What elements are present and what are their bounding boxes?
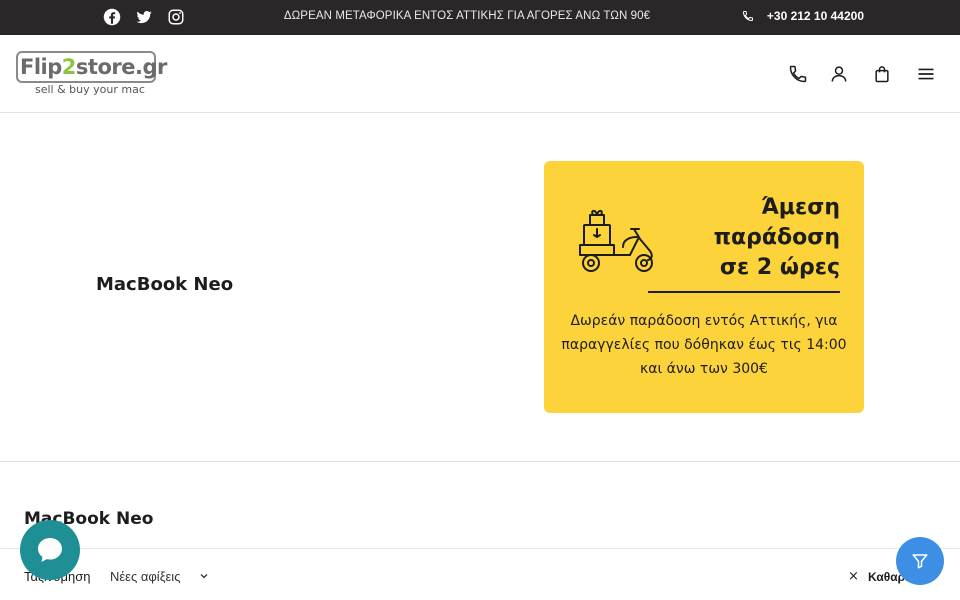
contact-phone-number[interactable]: +30 212 10 44200 xyxy=(767,9,864,23)
top-announcement-bar: ΔΩΡΕΑΝ ΜΕΤΑΦΟΡΙΚΑ ΕΝΤΟΣ ΑΤΤΙΚΗΣ ΓΙΑ ΑΓΟΡ… xyxy=(0,0,960,35)
phone-icon[interactable] xyxy=(788,64,808,84)
chevron-down-icon[interactable] xyxy=(199,571,209,581)
listing-divider xyxy=(0,548,960,549)
headline-divider xyxy=(648,291,840,293)
phone-icon xyxy=(742,11,753,22)
logo-word-flip: Flip xyxy=(20,55,62,79)
delivery-description: Δωρεάν παράδοση εντός Αττικής, για παραγ… xyxy=(561,313,847,377)
logo-word-store: store.gr xyxy=(75,55,167,79)
filter-button[interactable] xyxy=(896,537,944,585)
live-chat-button[interactable] xyxy=(20,520,80,580)
logo-accent-2: 2 xyxy=(61,55,77,79)
section-divider xyxy=(0,461,960,462)
cart-icon[interactable] xyxy=(872,64,892,84)
user-icon[interactable] xyxy=(829,64,849,84)
headline-line-1: Άμεση xyxy=(761,195,840,220)
close-icon[interactable]: × xyxy=(848,569,859,584)
hero-title: MacBook Neo xyxy=(96,274,234,295)
site-header: Flip2store.gr sell & buy your mac xyxy=(0,35,960,113)
headline-line-3: σε 2 ώρες xyxy=(719,255,840,280)
logo-tagline: sell & buy your mac xyxy=(35,83,145,96)
menu-icon[interactable] xyxy=(916,64,936,84)
delivery-scooter-icon xyxy=(579,209,653,272)
site-logo[interactable]: Flip2store.gr xyxy=(16,51,167,83)
delivery-headline: Άμεση παράδοση σε 2 ώρες xyxy=(670,193,840,283)
filter-icon xyxy=(912,554,928,569)
headline-line-2: παράδοση xyxy=(713,225,840,250)
same-day-delivery-banner: Άμεση παράδοση σε 2 ώρες Δωρεάν παράδοση… xyxy=(544,161,864,413)
chat-bubble-icon xyxy=(38,538,62,562)
sort-dropdown[interactable]: Νέες αφίξεις xyxy=(110,569,180,584)
